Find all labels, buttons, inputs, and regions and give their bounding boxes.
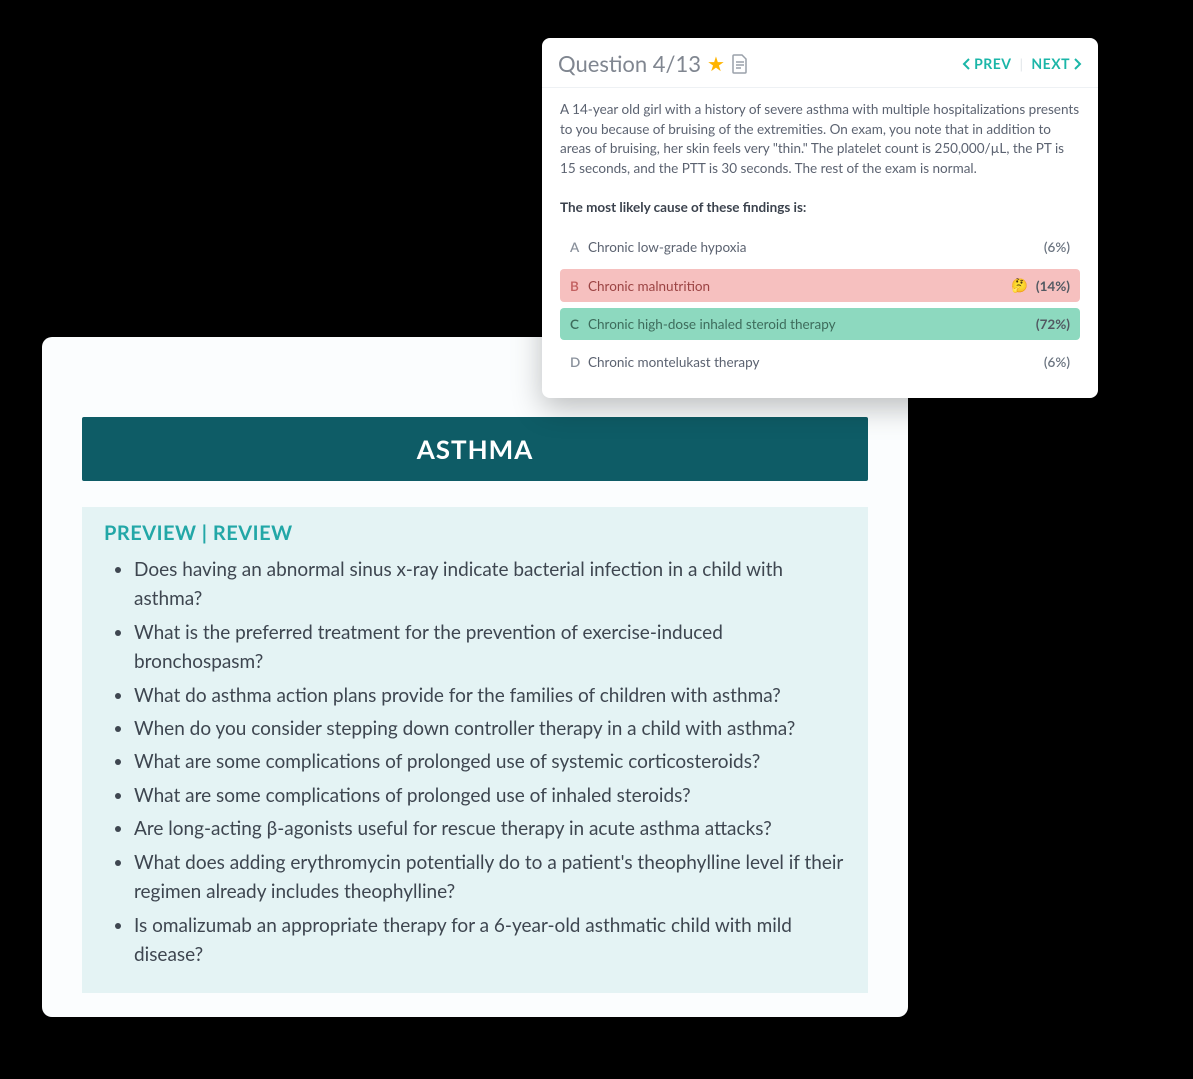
list-item: What are some complications of prolonged…	[134, 747, 846, 776]
star-icon[interactable]: ★	[707, 52, 725, 76]
list-item: What does adding erythromycin potentiall…	[134, 848, 846, 907]
preview-panel: PREVIEW | REVIEW Does having an abnormal…	[82, 507, 868, 994]
question-body: A 14-year old girl with a history of sev…	[542, 87, 1098, 398]
list-item: When do you consider stepping down contr…	[134, 714, 846, 743]
answer-choice[interactable]: B Chronic malnutrition 🤔 (14%)	[560, 269, 1080, 302]
question-prompt: The most likely cause of these findings …	[560, 199, 806, 215]
question-card: Question 4/13 ★ PREV | NEXT A 14-year ol…	[542, 38, 1098, 398]
list-item: Is omalizumab an appropriate therapy for…	[134, 911, 846, 970]
preview-list: Does having an abnormal sinus x-ray indi…	[104, 555, 846, 970]
question-header: Question 4/13 ★ PREV | NEXT	[542, 38, 1098, 87]
question-stem-text: A 14-year old girl with a history of sev…	[560, 101, 1079, 176]
answer-text: Chronic montelukast therapy	[588, 354, 759, 370]
article-card: Q&A 13 Flashcards 2 ASTHMA PREVIEW | REV…	[42, 337, 908, 1017]
chevron-right-icon	[1072, 58, 1082, 70]
prev-button[interactable]: PREV	[962, 55, 1011, 72]
answer-percent: (6%)	[1044, 239, 1070, 255]
nav-label: PREV	[974, 55, 1011, 72]
next-button[interactable]: NEXT	[1031, 55, 1082, 72]
list-item: What do asthma action plans provide for …	[134, 681, 846, 710]
question-stem: A 14-year old girl with a history of sev…	[560, 100, 1080, 217]
answer-choice[interactable]: A Chronic low-grade hypoxia (6%)	[560, 231, 1080, 263]
article-title: ASTHMA	[82, 417, 868, 481]
answer-choice[interactable]: C Chronic high-dose inhaled steroid ther…	[560, 308, 1080, 340]
list-item: Does having an abnormal sinus x-ray indi…	[134, 555, 846, 614]
answer-percent: (14%)	[1036, 278, 1070, 294]
answer-letter: D	[570, 354, 588, 370]
answer-percent: (72%)	[1036, 316, 1070, 332]
question-number: Question 4/13	[558, 50, 701, 77]
answer-text: Chronic malnutrition	[588, 278, 710, 294]
answer-text: Chronic high-dose inhaled steroid therap…	[588, 316, 836, 332]
answer-text: Chronic low-grade hypoxia	[588, 239, 746, 255]
answer-letter: A	[570, 239, 588, 255]
overview-heading: OVERVIEW	[82, 1015, 215, 1017]
nav-separator: |	[1020, 55, 1024, 72]
answer-letter: C	[570, 316, 588, 332]
answer-letter: B	[570, 278, 588, 294]
thinking-face-icon: 🤔	[1011, 277, 1028, 294]
nav-label: NEXT	[1031, 55, 1070, 72]
note-icon[interactable]	[731, 54, 749, 74]
list-item: What is the preferred treatment for the …	[134, 618, 846, 677]
list-item: What are some complications of prolonged…	[134, 781, 846, 810]
answer-percent: (6%)	[1044, 354, 1070, 370]
list-item: Are long-acting β-agonists useful for re…	[134, 814, 846, 843]
overview-header: OVERVIEW 1 1	[82, 1015, 868, 1017]
chevron-left-icon	[962, 58, 972, 70]
preview-heading: PREVIEW | REVIEW	[104, 521, 846, 545]
answer-choice[interactable]: D Chronic montelukast therapy (6%)	[560, 346, 1080, 378]
question-nav: PREV | NEXT	[962, 55, 1082, 72]
answer-list: A Chronic low-grade hypoxia (6%) B Chron…	[560, 231, 1080, 378]
